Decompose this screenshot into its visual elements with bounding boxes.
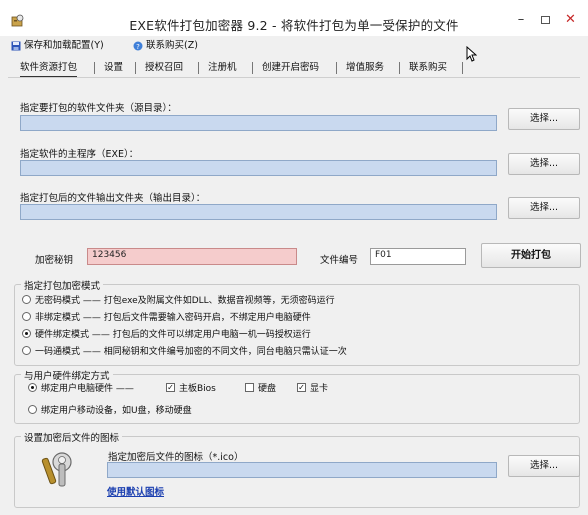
bind-pc-option[interactable]: 绑定用户电脑硬件 ——	[28, 382, 134, 396]
radio-button-selected[interactable]	[22, 329, 31, 338]
app-window: EXE软件打包加密器 9.2 - 将软件打包为单一受保护的文件 – ✕ 保存和加…	[0, 0, 588, 515]
select-main-exe-button[interactable]: 选择...	[508, 153, 580, 175]
maximize-icon	[540, 16, 550, 24]
tab-divider	[94, 62, 95, 74]
radio-button[interactable]	[28, 405, 37, 414]
maximize-button[interactable]	[533, 10, 557, 30]
checkbox-checked[interactable]: ✓	[297, 383, 306, 392]
menu-save-load[interactable]: 保存和加载配置(Y)	[11, 38, 104, 54]
menu-bar: 保存和加载配置(Y) ? 联系购买(Z)	[0, 38, 588, 54]
mode-option-no-password[interactable]: 无密码模式 —— 打包exe及附属文件如DLL、数据音视频等，无须密码运行	[22, 294, 335, 308]
bind-pc-label: 绑定用户电脑硬件 ——	[41, 384, 134, 394]
tab-divider	[198, 62, 199, 74]
bind-mobile-option[interactable]: 绑定用户移动设备，如U盘，移动硬盘	[28, 404, 192, 418]
tab-keygen[interactable]: 注册机	[208, 59, 237, 77]
main-exe-label: 指定软件的主程序（EXE）：	[20, 149, 139, 160]
menu-contact-label: 联系购买(Z)	[146, 40, 198, 51]
main-exe-input[interactable]	[20, 160, 497, 176]
checkbox[interactable]	[245, 383, 254, 392]
icon-file-input[interactable]	[107, 462, 497, 478]
icon-file-label: 指定加密后文件的图标（*.ico）	[108, 452, 244, 463]
source-folder-input[interactable]	[20, 115, 497, 131]
hardware-bind-title: 与用户硬件绑定方式	[21, 368, 113, 382]
tab-settings[interactable]: 设置	[104, 59, 123, 77]
help-icon: ?	[133, 41, 143, 51]
checkbox-checked[interactable]: ✓	[166, 383, 175, 392]
encrypt-mode-title: 指定打包加密模式	[21, 278, 104, 292]
encryption-key-input[interactable]: 123456	[87, 248, 297, 265]
mode-option-unbound[interactable]: 非绑定模式 —— 打包后文件需要输入密码开启，不绑定用户电脑硬件	[22, 311, 311, 325]
tab-value-added[interactable]: 增值服务	[346, 59, 384, 77]
menu-save-label: 保存和加载配置(Y)	[24, 40, 104, 51]
tab-divider	[336, 62, 337, 74]
check-gpu[interactable]: ✓ 显卡	[297, 382, 328, 396]
tab-package[interactable]: 软件资源打包	[20, 59, 78, 77]
start-package-button[interactable]: 开始打包	[481, 243, 581, 268]
tab-divider	[252, 62, 253, 74]
bind-mobile-label: 绑定用户移动设备，如U盘，移动硬盘	[41, 406, 192, 416]
tab-bar: 软件资源打包 设置 授权召回 注册机 创建开启密码 增值服务 联系购买	[8, 58, 580, 78]
title-bar: EXE软件打包加密器 9.2 - 将软件打包为单一受保护的文件 – ✕	[0, 0, 588, 36]
tab-revoke[interactable]: 授权召回	[145, 59, 183, 77]
tab-divider	[135, 62, 136, 74]
mode-option-label: 非绑定模式 —— 打包后文件需要输入密码开启，不绑定用户电脑硬件	[35, 313, 311, 323]
check-board-bios[interactable]: ✓ 主板Bios	[166, 382, 216, 396]
tab-divider	[462, 62, 463, 74]
menu-contact[interactable]: ? 联系购买(Z)	[133, 38, 198, 54]
tab-create-password[interactable]: 创建开启密码	[262, 59, 319, 77]
wrench-tools-icon	[41, 452, 72, 487]
mode-option-one-code[interactable]: 一码通模式 —— 相同秘钥和文件编号加密的不同文件，同台电脑只需认证一次	[22, 345, 347, 359]
window-title: EXE软件打包加密器 9.2 - 将软件打包为单一受保护的文件	[129, 18, 459, 33]
save-icon	[11, 41, 21, 50]
select-icon-button[interactable]: 选择...	[508, 455, 580, 477]
radio-button-selected[interactable]	[28, 383, 37, 392]
encryption-key-label: 加密秘钥	[35, 255, 74, 266]
output-folder-input[interactable]	[20, 204, 497, 220]
check-disk-label: 硬盘	[258, 384, 277, 394]
output-folder-label: 指定打包后的文件输出文件夹（输出目录）：	[20, 193, 206, 204]
svg-text:?: ?	[136, 43, 140, 51]
mode-option-hardware-bound[interactable]: 硬件绑定模式 —— 打包后的文件可以绑定用户电脑一机一码授权运行	[22, 328, 311, 342]
icon-settings-title: 设置加密后文件的图标	[21, 430, 123, 444]
source-folder-label: 指定要打包的软件文件夹（源目录）：	[20, 103, 177, 114]
check-gpu-label: 显卡	[310, 384, 329, 394]
mode-option-label: 无密码模式 —— 打包exe及附属文件如DLL、数据音视频等，无须密码运行	[35, 296, 335, 306]
tab-divider	[399, 62, 400, 74]
tab-contact[interactable]: 联系购买	[409, 59, 447, 77]
select-output-button[interactable]: 选择...	[508, 197, 580, 219]
check-board-label: 主板Bios	[179, 384, 216, 394]
mode-option-label: 硬件绑定模式 —— 打包后的文件可以绑定用户电脑一机一码授权运行	[35, 330, 311, 340]
file-number-input[interactable]: F01	[370, 248, 466, 265]
check-hard-disk[interactable]: 硬盘	[245, 382, 276, 396]
select-source-button[interactable]: 选择...	[508, 108, 580, 130]
radio-button[interactable]	[22, 295, 31, 304]
minimize-button[interactable]: –	[509, 10, 533, 30]
radio-button[interactable]	[22, 346, 31, 355]
mouse-cursor-icon	[466, 46, 477, 62]
close-button[interactable]: ✕	[557, 10, 584, 30]
file-number-label: 文件编号	[320, 255, 359, 266]
mode-option-label: 一码通模式 —— 相同秘钥和文件编号加密的不同文件，同台电脑只需认证一次	[35, 347, 347, 357]
use-default-icon-link[interactable]: 使用默认图标	[107, 484, 164, 498]
radio-button[interactable]	[22, 312, 31, 321]
